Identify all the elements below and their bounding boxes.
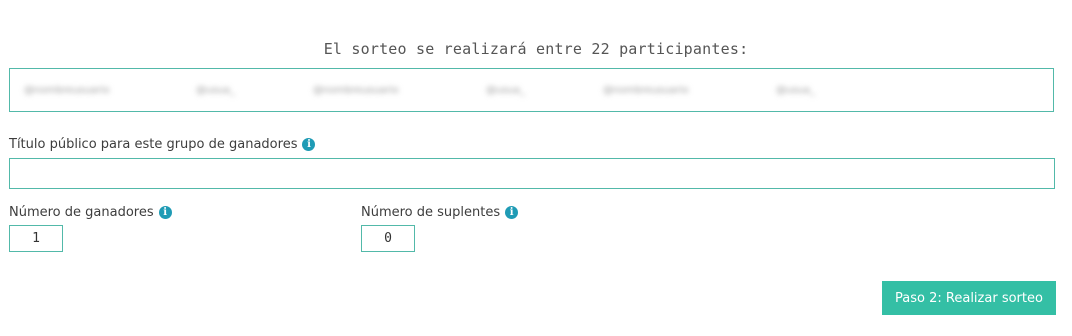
perform-draw-button[interactable]: Paso 2: Realizar sorteo <box>882 281 1056 315</box>
participant-item: @nombreusuario <box>24 85 110 96</box>
winners-label-text: Número de ganadores <box>9 205 154 220</box>
participants-list: @nombreusuario @usua_ @nombreusuario @us… <box>9 68 1054 112</box>
participant-item: @nombreusuario <box>603 85 689 96</box>
title-field-label: Título público para este grupo de ganado… <box>9 137 316 152</box>
substitutes-field-label: Número de suplentes i <box>361 205 519 220</box>
info-icon[interactable]: i <box>158 206 172 219</box>
info-icon[interactable]: i <box>302 138 316 151</box>
public-title-input[interactable] <box>9 158 1055 189</box>
winners-count-input[interactable] <box>9 225 63 252</box>
participant-item: @usua_ <box>486 85 526 96</box>
substitutes-label-text: Número de suplentes <box>361 205 501 220</box>
participant-item: @nombreusuario <box>313 85 399 96</box>
participant-item: @usua_ <box>196 85 236 96</box>
winners-field-label: Número de ganadores i <box>9 205 172 220</box>
participant-item: @usua_ <box>776 85 816 96</box>
title-label-text: Título público para este grupo de ganado… <box>9 137 298 152</box>
info-icon[interactable]: i <box>505 206 519 219</box>
participants-headline: El sorteo se realizará entre 22 particip… <box>323 40 749 58</box>
substitutes-count-input[interactable] <box>361 225 415 252</box>
